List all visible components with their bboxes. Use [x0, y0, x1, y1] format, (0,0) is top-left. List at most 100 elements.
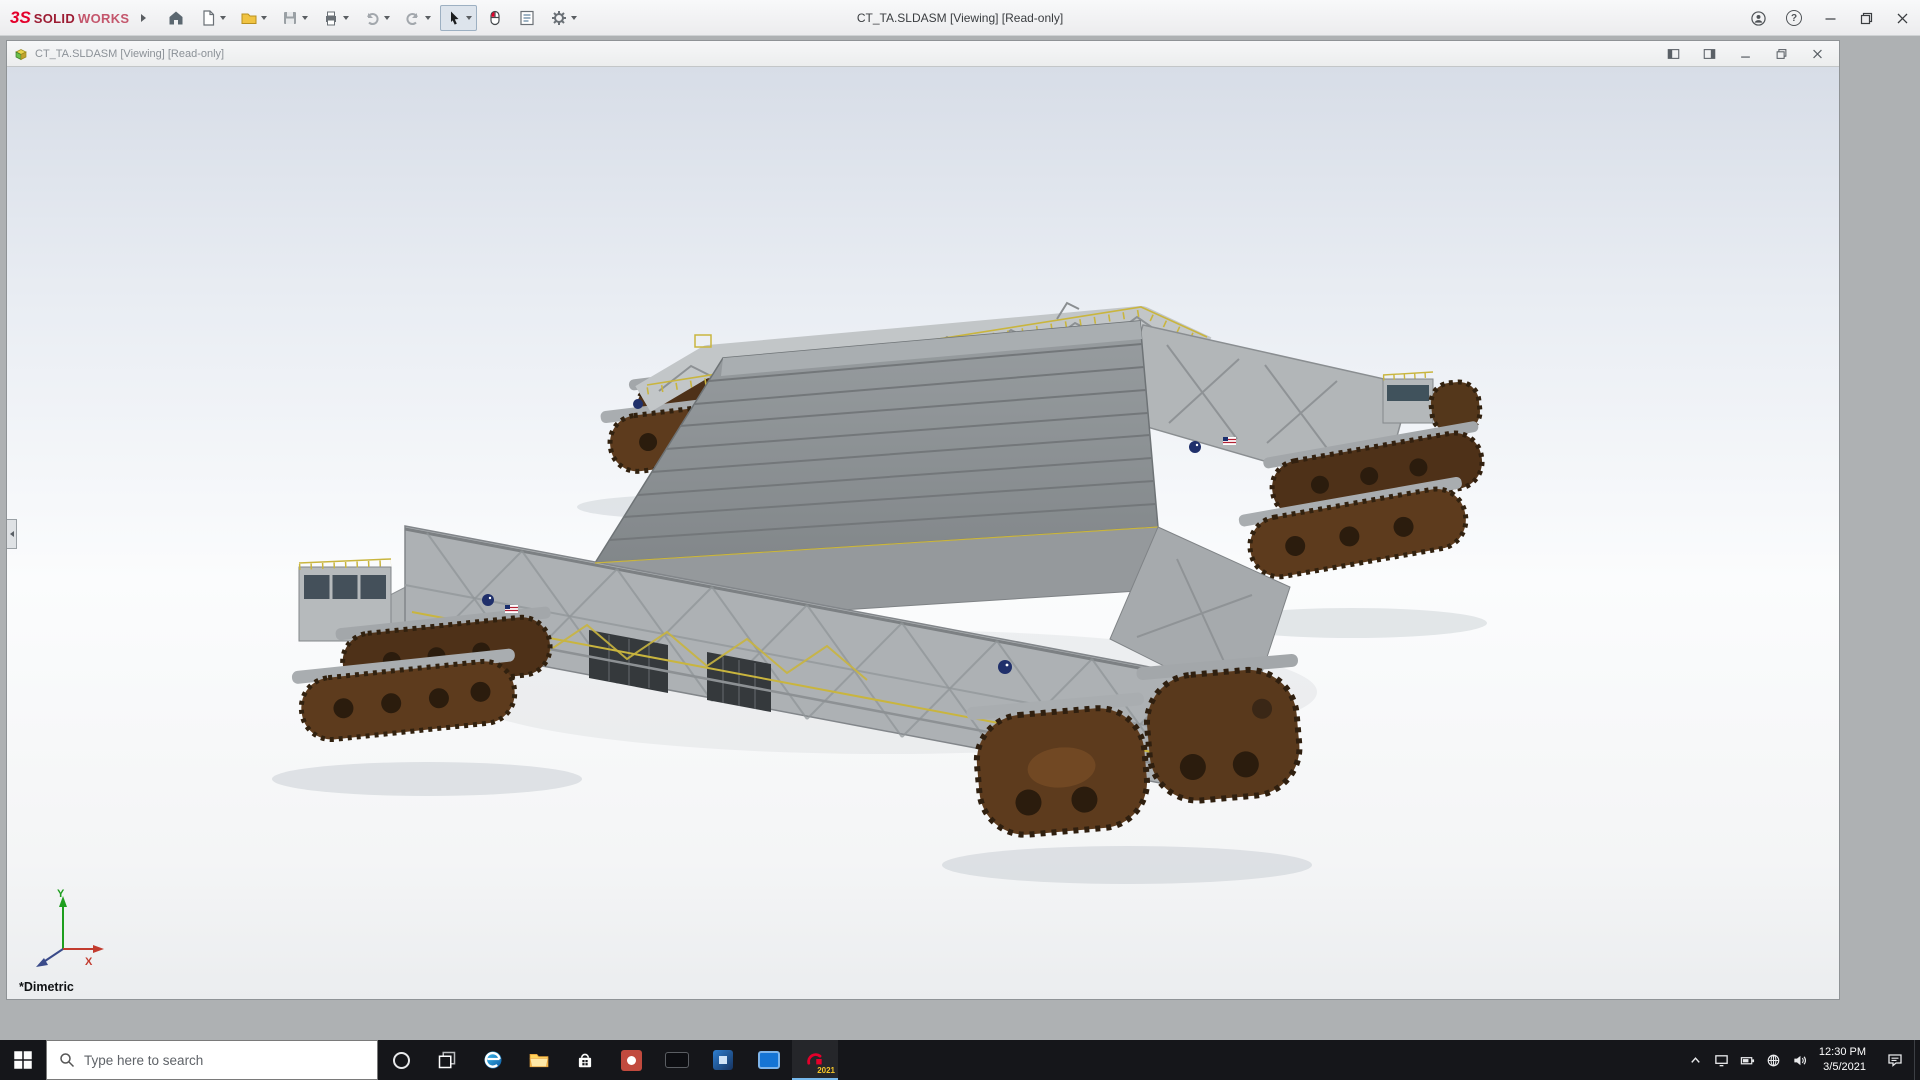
pane-right-icon	[1702, 47, 1717, 61]
deck	[595, 321, 1158, 563]
chevron-down-icon[interactable]	[343, 16, 349, 20]
file-explorer-icon[interactable]	[516, 1040, 562, 1080]
document-window-controls	[1661, 45, 1829, 63]
cortana-ring-icon	[393, 1052, 410, 1069]
tray-volume-icon[interactable]	[1787, 1040, 1813, 1080]
start-button[interactable]	[0, 1040, 46, 1080]
doc-close-button[interactable]	[1805, 45, 1829, 63]
minimize-button[interactable]	[1812, 0, 1848, 36]
edge-logo-icon	[483, 1050, 503, 1070]
edge-icon[interactable]	[470, 1040, 516, 1080]
save-button[interactable]	[276, 5, 313, 31]
pane-left-icon	[1666, 47, 1681, 61]
action-center-icon	[1887, 1052, 1903, 1068]
close-icon	[1810, 47, 1825, 61]
home-button[interactable]	[162, 5, 190, 31]
home-icon	[167, 9, 185, 27]
cortana-icon[interactable]	[378, 1040, 424, 1080]
document-titlebar[interactable]: CT_TA.SLDASM [Viewing] [Read-only]	[7, 41, 1839, 67]
user-icon	[1751, 11, 1766, 26]
y-axis-label: Y	[57, 888, 65, 900]
solidworks-application: 3S SOLID WORKS	[0, 0, 1920, 1080]
graphics-viewport[interactable]: Y X *Dimetric	[7, 67, 1839, 999]
globe-icon	[1766, 1053, 1781, 1068]
task-view-icon[interactable]	[424, 1040, 470, 1080]
app-titlebar: 3S SOLID WORKS	[0, 0, 1920, 36]
quick-access-toolbar	[162, 5, 582, 31]
assembly-icon	[13, 46, 29, 62]
options-button[interactable]	[545, 5, 582, 31]
taskbar-empty-area	[838, 1040, 1683, 1080]
chevron-down-icon[interactable]	[571, 16, 577, 20]
gear-icon	[550, 9, 568, 27]
solidworks-version-badge: 2021	[817, 1067, 835, 1075]
search-input[interactable]	[84, 1053, 334, 1068]
chevron-down-icon[interactable]	[425, 16, 431, 20]
restore-button[interactable]	[1848, 0, 1884, 36]
close-button[interactable]	[1884, 0, 1920, 36]
battery-icon	[1740, 1053, 1755, 1068]
doc-minimize-button[interactable]	[1733, 45, 1757, 63]
account-button[interactable]	[1740, 0, 1776, 36]
save-icon	[281, 9, 299, 27]
undo-icon	[363, 9, 381, 27]
chevron-down-icon[interactable]	[384, 16, 390, 20]
new-document-button[interactable]	[194, 5, 231, 31]
tray-display-icon[interactable]	[1709, 1040, 1735, 1080]
taskbar-app-icon[interactable]	[608, 1040, 654, 1080]
pane-right-button[interactable]	[1697, 45, 1721, 63]
help-button[interactable]: ?	[1776, 0, 1812, 36]
taskbar-search[interactable]	[46, 1040, 378, 1080]
window-title: CT_TA.SLDASM [Viewing] [Read-only]	[857, 0, 1063, 36]
solidworks-taskbar-icon[interactable]: 2021	[792, 1040, 838, 1080]
store-icon[interactable]	[562, 1040, 608, 1080]
speaker-icon	[1792, 1053, 1807, 1068]
titlebar-controls: ?	[1740, 0, 1920, 36]
tray-network-icon[interactable]	[1761, 1040, 1787, 1080]
chevron-down-icon[interactable]	[261, 16, 267, 20]
windows-logo-icon	[13, 1050, 33, 1070]
chevron-down-icon[interactable]	[466, 16, 472, 20]
rebuild-icon	[404, 9, 422, 27]
open-button[interactable]	[235, 5, 272, 31]
menu-expand-icon[interactable]	[141, 14, 146, 22]
taskbar-app-icon[interactable]	[700, 1040, 746, 1080]
chevron-down-icon[interactable]	[220, 16, 226, 20]
new-document-icon	[199, 9, 217, 27]
chevron-up-icon	[1688, 1053, 1703, 1068]
clock-date: 3/5/2021	[1823, 1060, 1866, 1075]
chevron-down-icon[interactable]	[302, 16, 308, 20]
x-axis-label: X	[85, 956, 93, 968]
rebuild-button[interactable]	[399, 5, 436, 31]
mouse-gestures-button[interactable]	[481, 5, 509, 31]
close-icon	[1895, 11, 1910, 26]
folder-icon	[529, 1050, 549, 1070]
select-tool-button[interactable]	[440, 5, 477, 31]
brand-text-solid: SOLID	[34, 11, 75, 26]
show-desktop-strip[interactable]	[1914, 1040, 1920, 1080]
feature-tree-collapse-tab[interactable]	[7, 519, 17, 549]
minimize-icon	[1738, 47, 1753, 61]
print-icon	[322, 9, 340, 27]
action-center-button[interactable]	[1876, 1040, 1914, 1080]
solidworks-logo[interactable]: 3S SOLID WORKS	[0, 8, 133, 28]
undo-button[interactable]	[358, 5, 395, 31]
taskbar-app-icon[interactable]	[746, 1040, 792, 1080]
blue-app-tile-icon	[713, 1050, 733, 1070]
crawler-transporter-model	[7, 67, 1839, 998]
doc-restore-button[interactable]	[1769, 45, 1793, 63]
print-button[interactable]	[317, 5, 354, 31]
taskbar-clock[interactable]: 12:30 PM 3/5/2021	[1813, 1040, 1876, 1080]
file-properties-button[interactable]	[513, 5, 541, 31]
3ds-logo-icon: 3S	[10, 8, 31, 28]
tray-expand-button[interactable]	[1683, 1040, 1709, 1080]
windows-taskbar: 2021 12:30 PM 3/5/2021	[0, 1040, 1920, 1080]
properties-list-icon	[518, 9, 536, 27]
pane-left-button[interactable]	[1661, 45, 1685, 63]
window-app-tile-icon	[758, 1051, 780, 1069]
orientation-triad: Y X	[17, 887, 109, 971]
taskbar-app-icon[interactable]	[654, 1040, 700, 1080]
tray-battery-icon[interactable]	[1735, 1040, 1761, 1080]
store-bag-icon	[575, 1050, 595, 1070]
document-window: CT_TA.SLDASM [Viewing] [Read-only]	[6, 40, 1840, 1000]
